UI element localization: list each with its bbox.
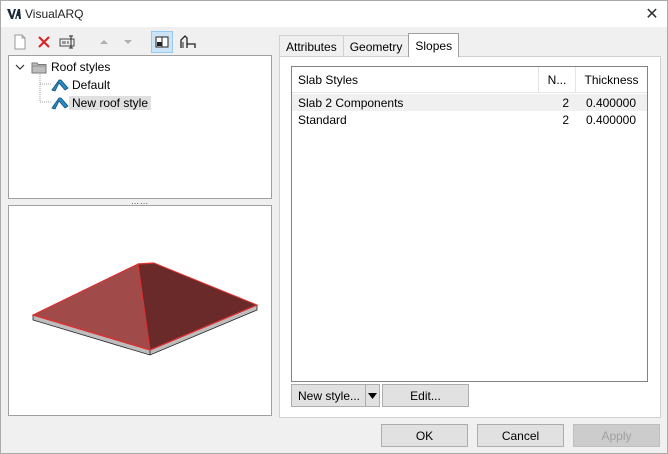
split-view-tool-button[interactable]	[151, 31, 173, 53]
move-down-tool-button[interactable]	[117, 31, 139, 53]
table-row[interactable]: Slab 2 Components 2 0.400000	[292, 94, 647, 111]
tree-item-default[interactable]: Default	[51, 76, 110, 94]
roof-style-icon	[51, 79, 69, 92]
edit-button[interactable]: Edit...	[382, 384, 469, 407]
close-icon: ✕	[645, 6, 659, 23]
delete-icon	[38, 36, 50, 48]
cell-thickness: 0.400000	[585, 95, 636, 110]
move-up-icon	[100, 40, 108, 44]
toolbar	[9, 31, 269, 53]
visualarq-logo-icon	[7, 9, 21, 19]
ok-button[interactable]: OK	[381, 424, 468, 447]
cell-thickness: 0.400000	[585, 112, 636, 127]
split-view-icon	[155, 36, 169, 48]
rename-icon	[59, 35, 75, 49]
cell-n: 2	[562, 112, 569, 127]
new-style-dropdown[interactable]	[365, 385, 379, 406]
chevron-down-icon	[368, 392, 377, 399]
new-style-label: New style...	[298, 388, 361, 403]
styles-tree: Roof styles Default New roof style	[8, 55, 272, 199]
rename-tool-button[interactable]	[57, 31, 79, 53]
column-header-n[interactable]: N...	[539, 67, 576, 93]
table-row[interactable]: Standard 2 0.400000	[292, 111, 647, 128]
roof-3d-preview	[31, 262, 259, 356]
new-icon	[14, 34, 26, 50]
column-header-slab-styles[interactable]: Slab Styles	[292, 67, 539, 93]
delete-tool-button[interactable]	[33, 31, 55, 53]
cancel-button[interactable]: Cancel	[477, 424, 564, 447]
tree-item-label: Default	[72, 78, 111, 92]
collapse-chevron-icon[interactable]	[15, 62, 25, 72]
cell-slab-style: Standard	[298, 112, 347, 127]
roof-style-icon	[51, 97, 69, 110]
column-header-thickness[interactable]: Thickness	[576, 67, 647, 93]
cell-n: 2	[562, 95, 569, 110]
grid-header: Slab Styles N... Thickness	[292, 67, 647, 93]
cell-slab-style: Slab 2 Components	[298, 95, 404, 110]
profile-tool-button[interactable]	[177, 31, 199, 53]
tree-root-label: Roof styles	[51, 60, 111, 74]
new-style-tool-button[interactable]	[9, 31, 31, 53]
title-bar: VisualARQ ✕	[1, 1, 667, 27]
tab-geometry[interactable]: Geometry	[342, 35, 410, 57]
slopes-tab-panel: Slab Styles N... Thickness Slab 2 Compon…	[279, 56, 661, 418]
roof-preview[interactable]	[8, 205, 272, 416]
new-style-split-button[interactable]: New style...	[291, 384, 380, 407]
move-down-icon	[124, 40, 132, 44]
tree-item-new-roof-style[interactable]: New roof style	[51, 94, 152, 112]
slab-styles-grid: Slab Styles N... Thickness Slab 2 Compon…	[291, 66, 648, 382]
apply-button[interactable]: Apply	[573, 424, 660, 447]
tab-slopes[interactable]: Slopes	[408, 33, 460, 57]
profile-icon	[180, 35, 196, 48]
move-up-tool-button[interactable]	[93, 31, 115, 53]
tree-item-label: New roof style	[69, 96, 152, 110]
close-button[interactable]: ✕	[637, 1, 667, 27]
window-title: VisualARQ	[25, 7, 84, 21]
tree-root-roof-styles[interactable]: Roof styles	[15, 58, 110, 76]
folder-icon	[31, 62, 47, 73]
tab-attributes[interactable]: Attributes	[279, 35, 344, 57]
property-tabs: Attributes Geometry Slopes	[279, 33, 460, 57]
dialog-window: VisualARQ ✕ Roof styles Default New roof…	[0, 0, 668, 454]
